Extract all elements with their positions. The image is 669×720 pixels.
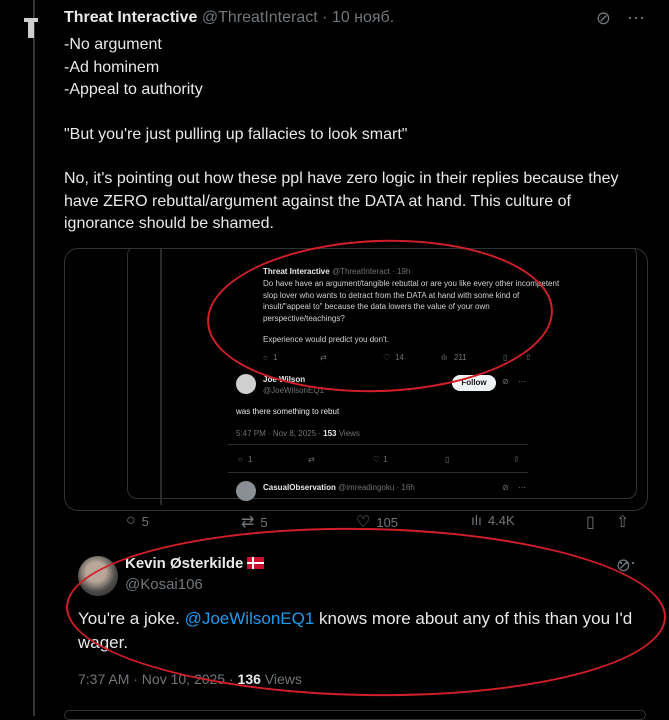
grok-icon: ⊘ [502,377,509,386]
share-icon: ⇧ [513,455,520,464]
bookmark-icon: ▯ [586,514,595,531]
repost-icon: ⇄ [308,455,315,464]
repost-icon: ⇄ [241,514,255,531]
casual-header: CasualObservation @imreadingoku · 16h [263,482,415,494]
author-handle[interactable]: @ThreatInteract [202,9,318,26]
bookmark-button[interactable]: ▯ [586,512,595,532]
tweet-text: -No argument -Ad hominem -Appeal to auth… [64,34,644,236]
views-icon: ılı [471,512,482,528]
joe-actions: ○ 1 ⇄ ♡ 1 ▯ ⇧ [238,454,538,466]
casual-handle: @imreadingoku · 16h [338,483,415,492]
share-button[interactable]: ⇧ [616,512,629,532]
like-count: 1 [383,455,388,464]
tweet-header: Threat Interactive @ThreatInteract · 10 … [64,9,394,27]
like-count: 105 [376,514,399,530]
joe-views-count: 153 [323,429,337,438]
tweet-paragraph: No, it's pointing out how these ppl have… [64,170,619,232]
casual-name: CasualObservation [263,483,336,492]
joe-meta: 5:47 PM · Nov 8, 2025 · 153 Views [236,428,360,440]
repost-button[interactable]: ⇄ 5 [241,512,268,532]
joe-text: was there something to rebut [236,407,340,416]
tweet-line: -Appeal to authority [64,81,203,98]
grok-icon: ⊘ [502,483,509,492]
views-button[interactable]: ılı 4.4K [471,512,515,528]
more-icon: ⋯ [518,483,526,492]
joe-avatar [236,374,256,394]
joe-time: 5:47 PM · Nov 8, 2025 · [236,429,324,438]
tweet-line: -No argument [64,36,162,53]
reply-icon: ○ [126,512,136,529]
views-count: 4.4K [487,512,515,528]
repost-count: 5 [260,514,268,530]
like-icon: ♡ [373,455,381,464]
next-reply-edge [64,710,646,720]
share-icon: ⇧ [525,353,532,362]
share-icon: ⇧ [616,514,630,531]
thread-line [33,0,35,716]
author-avatar[interactable] [20,10,44,50]
bookmark-icon: ▯ [445,455,450,464]
reply-count: 1 [248,455,253,464]
more-icon[interactable]: ⋯ [627,8,645,29]
tweet-date[interactable]: · 10 нояб. [322,9,394,26]
casual-avatar [236,481,256,501]
reply-icon: ○ [238,455,243,464]
reply-button[interactable]: ○ 5 [126,512,149,530]
joe-views-label: Views [336,429,360,438]
author-name[interactable]: Threat Interactive [64,9,197,26]
tweet-quote-line: "But you're just pulling up fallacies to… [64,125,408,143]
tweet-line: -Ad hominem [64,58,160,76]
more-icon: ⋯ [518,377,526,386]
reply-count: 5 [141,513,149,529]
grok-icon[interactable]: ⊘ [596,8,611,29]
